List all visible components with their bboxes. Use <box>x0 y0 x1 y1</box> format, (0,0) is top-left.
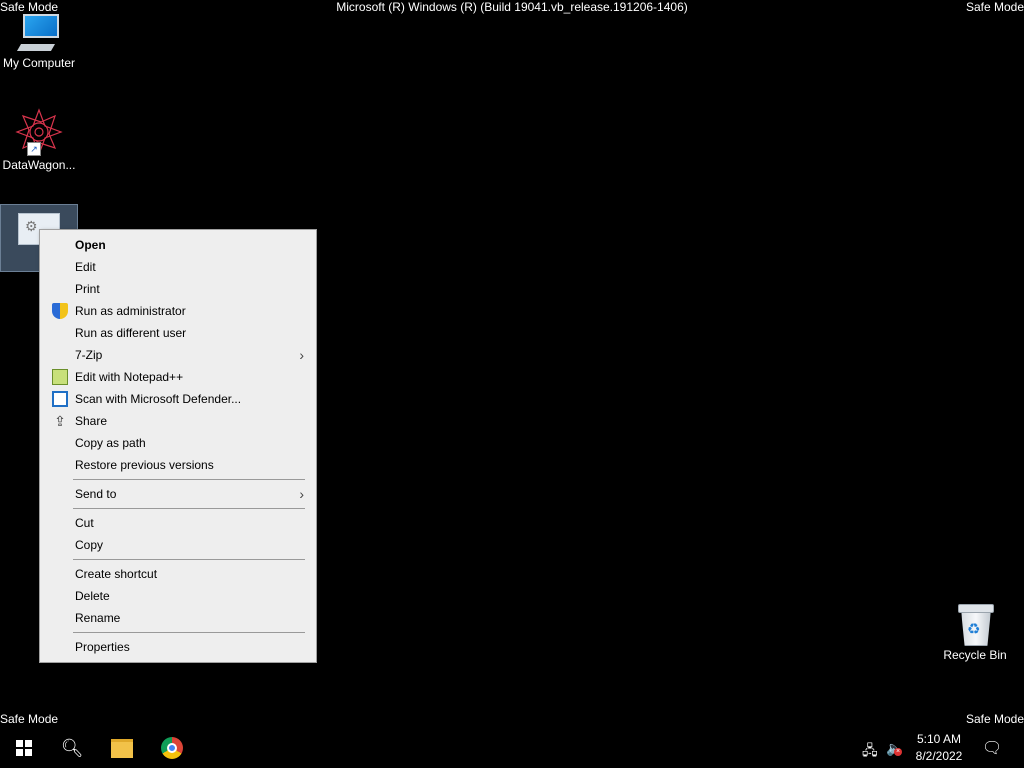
menu-item-label: Properties <box>75 640 130 654</box>
start-button[interactable] <box>0 728 48 768</box>
menu-separator <box>73 479 305 480</box>
build-title: Microsoft (R) Windows (R) (Build 19041.v… <box>336 0 688 14</box>
menu-item-label: Edit with Notepad++ <box>75 370 184 384</box>
menu-item-restore-previous-versions[interactable]: Restore previous versions <box>42 454 314 476</box>
file-explorer-icon <box>111 738 133 758</box>
menu-item-label: Print <box>75 282 100 296</box>
safe-mode-label-bottom-left: Safe Mode <box>0 712 59 726</box>
desktop-icon-label: DataWagon... <box>2 158 76 172</box>
safe-mode-label-bottom-right: Safe Mode <box>965 712 1024 726</box>
menu-item-label: Share <box>75 414 108 428</box>
windows-logo-icon <box>16 740 32 756</box>
menu-item-copy[interactable]: Copy <box>42 534 314 556</box>
menu-item-run-as-different-user[interactable]: Run as different user <box>42 322 314 344</box>
menu-item-properties[interactable]: Properties <box>42 636 314 658</box>
shortcut-arrow-icon: ↗ <box>27 142 41 156</box>
menu-item-edit[interactable]: Edit <box>42 256 314 278</box>
notification-icon[interactable]: 🗨 <box>982 738 1002 758</box>
menu-item-label: Run as different user <box>75 326 187 340</box>
search-icon: 🔍︎ <box>60 737 84 758</box>
file-explorer-button[interactable] <box>98 728 146 768</box>
menu-item-label: Restore previous versions <box>75 458 214 472</box>
desktop-icon-recycle-bin[interactable]: ♻ Recycle Bin <box>936 602 1014 662</box>
recycle-bin-icon: ♻ <box>956 602 994 646</box>
chrome-button[interactable] <box>148 728 196 768</box>
search-button[interactable]: 🔍︎ <box>48 728 96 768</box>
gear-icon: ⚙ <box>25 218 38 234</box>
menu-item-rename[interactable]: Rename <box>42 607 314 629</box>
menu-item-7zip[interactable]: 7-Zip › <box>42 344 314 366</box>
menu-item-print[interactable]: Print <box>42 278 314 300</box>
menu-item-edit-with-notepad[interactable]: Edit with Notepad++ <box>42 366 314 388</box>
clock-date: 8/2/2022 <box>915 749 963 763</box>
menu-item-label: Cut <box>75 516 94 530</box>
menu-item-run-as-administrator[interactable]: Run as administrator <box>42 300 314 322</box>
chevron-right-icon: › <box>299 486 304 502</box>
volume-muted-icon: × <box>894 748 902 756</box>
network-icon[interactable]: 🖧 <box>862 740 878 764</box>
desktop-icon-datawagon[interactable]: ↗ DataWagon... <box>0 108 78 172</box>
clock-time: 5:10 AM <box>916 732 962 746</box>
menu-item-label: Copy as path <box>75 436 146 450</box>
uac-shield-icon <box>52 303 68 319</box>
context-menu: Open Edit Print Run as administrator Run… <box>39 229 317 663</box>
menu-item-cut[interactable]: Cut <box>42 512 314 534</box>
desktop-icon-label: My Computer <box>2 56 76 70</box>
menu-item-label: Rename <box>75 611 121 625</box>
desktop-icon-my-computer[interactable]: My Computer <box>0 10 78 70</box>
menu-item-label: 7-Zip <box>75 348 103 362</box>
menu-item-label: Copy <box>75 538 104 552</box>
menu-separator <box>73 508 305 509</box>
menu-item-create-shortcut[interactable]: Create shortcut <box>42 563 314 585</box>
menu-separator <box>73 559 305 560</box>
computer-icon <box>16 10 61 54</box>
menu-item-scan-defender[interactable]: Scan with Microsoft Defender... <box>42 388 314 410</box>
taskbar-clock[interactable]: 5:10 AM 8/2/2022 <box>908 731 970 765</box>
menu-item-open[interactable]: Open <box>42 234 314 256</box>
chrome-icon <box>161 737 183 759</box>
notepad-plus-plus-icon <box>52 369 68 385</box>
menu-item-copy-as-path[interactable]: Copy as path <box>42 432 314 454</box>
menu-item-label: Open <box>75 238 106 252</box>
datawagon-icon: ↗ <box>15 108 63 156</box>
menu-item-share[interactable]: ⇪ Share <box>42 410 314 432</box>
menu-item-label: Run as administrator <box>75 304 186 318</box>
defender-icon <box>52 391 68 407</box>
menu-item-label: Delete <box>75 589 110 603</box>
safe-mode-label-top-right: Safe Mode <box>965 0 1024 14</box>
menu-item-label: Edit <box>75 260 96 274</box>
menu-separator <box>73 632 305 633</box>
chevron-right-icon: › <box>299 347 304 363</box>
menu-item-delete[interactable]: Delete <box>42 585 314 607</box>
menu-item-label: Scan with Microsoft Defender... <box>75 392 242 406</box>
menu-item-label: Create shortcut <box>75 567 158 581</box>
menu-item-label: Send to <box>75 487 117 501</box>
menu-item-send-to[interactable]: Send to › <box>42 483 314 505</box>
share-icon: ⇪ <box>54 413 66 429</box>
desktop-icon-label: Recycle Bin <box>943 648 1007 662</box>
